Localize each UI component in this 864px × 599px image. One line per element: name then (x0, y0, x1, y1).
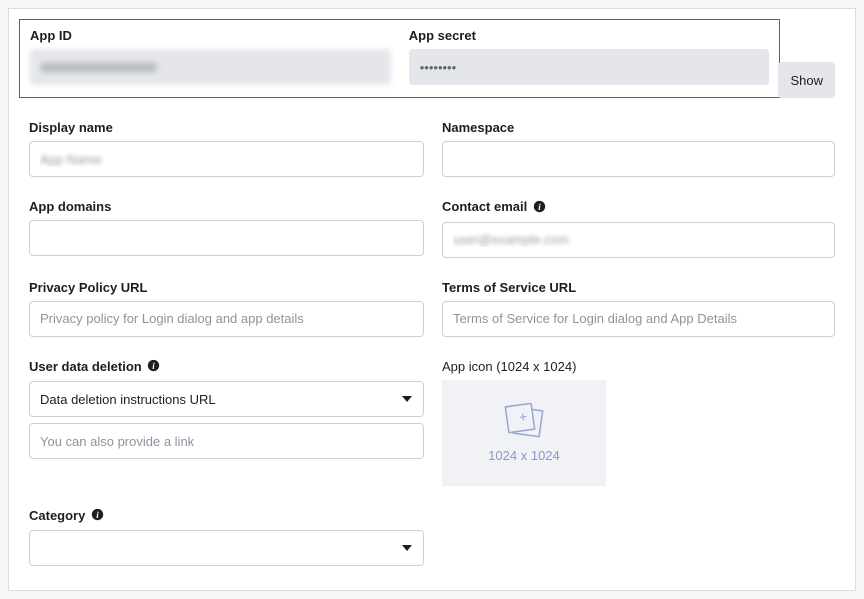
image-placeholder-icon: + (503, 403, 545, 442)
category-select[interactable] (29, 530, 424, 566)
display-name-label: Display name (29, 120, 424, 135)
app-domains-input[interactable] (29, 220, 424, 256)
app-domains-label: App domains (29, 199, 424, 214)
app-icon-label: App icon (1024 x 1024) (442, 359, 835, 374)
tos-label: Terms of Service URL (442, 280, 835, 295)
category-label: Category i (29, 508, 424, 525)
show-secret-button[interactable]: Show (778, 62, 835, 98)
contact-email-input[interactable] (442, 222, 835, 258)
display-name-input[interactable] (29, 141, 424, 177)
namespace-label: Namespace (442, 120, 835, 135)
category-label-text: Category (29, 508, 85, 523)
contact-email-label: Contact email i (442, 199, 835, 216)
info-icon: i (147, 359, 160, 375)
tos-input[interactable] (442, 301, 835, 337)
credentials-highlight: App ID App secret (19, 19, 780, 98)
app-id-input[interactable] (30, 49, 391, 85)
contact-email-label-text: Contact email (442, 199, 527, 214)
app-icon-dimensions: 1024 x 1024 (488, 448, 560, 463)
app-secret-input[interactable] (409, 49, 770, 85)
privacy-policy-label: Privacy Policy URL (29, 280, 424, 295)
user-data-deletion-select[interactable] (29, 381, 424, 417)
user-data-deletion-label: User data deletion i (29, 359, 424, 376)
app-secret-label: App secret (409, 28, 770, 43)
privacy-policy-input[interactable] (29, 301, 424, 337)
namespace-input[interactable] (442, 141, 835, 177)
app-id-label: App ID (30, 28, 391, 43)
info-icon: i (91, 508, 104, 524)
user-data-deletion-label-text: User data deletion (29, 359, 142, 374)
settings-panel: App ID App secret Show Display name Name… (8, 8, 856, 591)
app-icon-upload[interactable]: + 1024 x 1024 (442, 380, 606, 486)
info-icon: i (533, 200, 546, 216)
user-data-deletion-link-input[interactable] (29, 423, 424, 459)
